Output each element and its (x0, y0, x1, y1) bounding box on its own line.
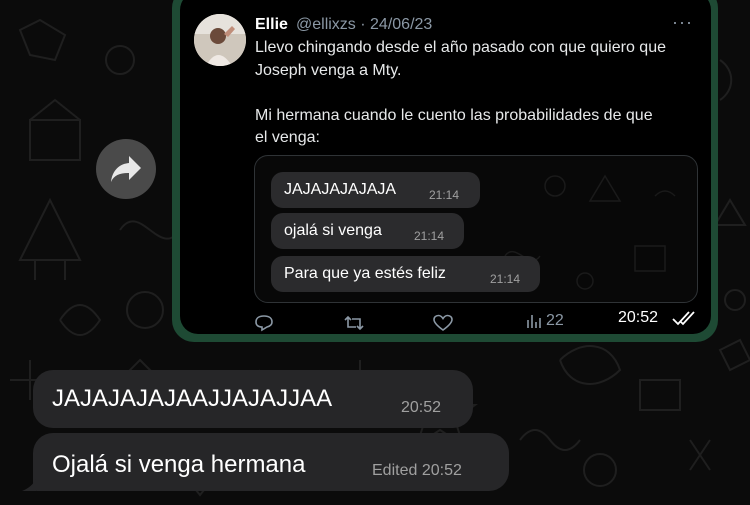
incoming-message-text: JAJAJAJAJAAJJAJAJJAA (52, 385, 333, 412)
views-icon (527, 315, 541, 328)
embedded-message-text: JAJAJAJAJAJA (284, 181, 397, 198)
tweet-author-name[interactable]: Ellie (255, 16, 288, 34)
embedded-message: Para que ya estés feliz 21:14 (271, 256, 540, 292)
tweet-date: 24/06/23 (370, 16, 433, 33)
forward-arrow-icon (111, 156, 141, 182)
embedded-message-time: 21:14 (414, 229, 445, 243)
message-time: 20:52 (618, 309, 659, 326)
heart-icon (433, 314, 453, 331)
retweet-button[interactable] (343, 314, 365, 335)
like-button[interactable] (433, 314, 453, 335)
retweet-icon (344, 315, 364, 331)
incoming-message-time: 20:52 (421, 462, 462, 479)
incoming-message-time: 20:52 (401, 399, 442, 416)
bubble-tail (22, 479, 36, 491)
embedded-message: JAJAJAJAJAJA 21:14 (271, 172, 480, 208)
views-button[interactable]: 22 (526, 312, 564, 330)
reply-button[interactable] (254, 314, 274, 335)
incoming-message-edited-time: Edited 20:52 (372, 462, 462, 480)
views-count: 22 (546, 312, 564, 329)
tweet-handle[interactable]: @ellixzs (296, 16, 356, 33)
forward-button[interactable] (96, 139, 156, 199)
double-check-icon (672, 309, 698, 332)
tweet-handle-date: @ellixzs · 24/06/23 (296, 16, 433, 33)
embedded-message: ojalá si venga 21:14 (271, 213, 464, 249)
avatar[interactable] (194, 14, 246, 66)
tweet-text: Llevo chingando desde el año pasado con … (255, 39, 666, 146)
embedded-message-time: 21:14 (429, 188, 460, 202)
tweet-embedded-image[interactable]: JAJAJAJAJAJA 21:14 ojalá si venga 21:14 … (254, 155, 698, 303)
embedded-message-text: ojalá si venga (284, 222, 382, 239)
edited-label: Edited (372, 462, 418, 479)
embedded-message-text: Para que ya estés feliz (284, 265, 446, 282)
more-options-icon[interactable]: ··· (672, 12, 693, 33)
reply-icon (255, 315, 273, 332)
embedded-message-time: 21:14 (490, 272, 521, 286)
incoming-message-text: Ojalá si venga hermana (52, 451, 306, 478)
